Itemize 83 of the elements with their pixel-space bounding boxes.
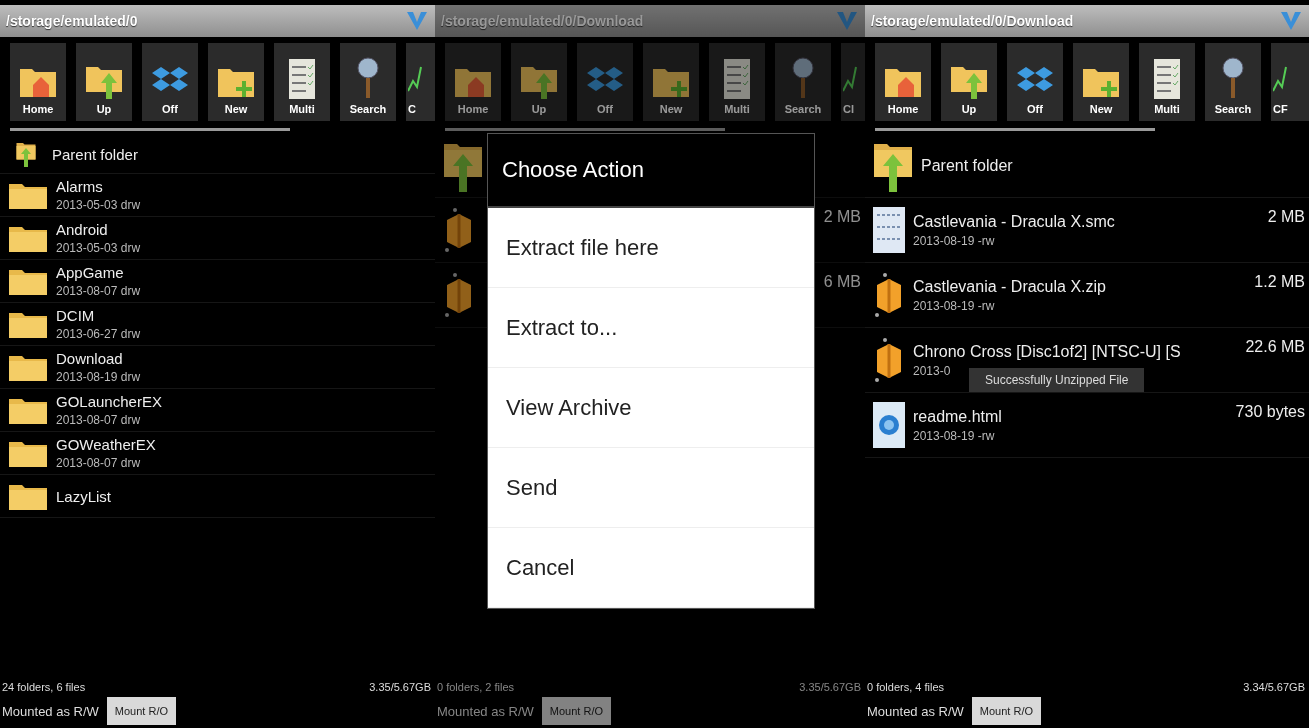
folder-up-icon — [950, 65, 988, 99]
mount-button[interactable]: Mount R/O — [541, 697, 611, 725]
toolbar-button[interactable]: Search — [1205, 43, 1261, 121]
file-size: 730 bytes — [1235, 403, 1305, 421]
folder-up-icon — [85, 65, 123, 99]
file-name: DCIM — [56, 307, 96, 324]
toolbar-button[interactable]: Multi — [1139, 43, 1195, 121]
mount-status: Mounted as R/W — [2, 703, 99, 719]
file-name: Parent folder — [52, 145, 139, 163]
web-file-icon — [873, 402, 905, 448]
toolbar-button[interactable]: C — [406, 43, 435, 121]
toolbar-button[interactable]: Multi — [274, 43, 330, 121]
checklist-icon — [724, 59, 750, 99]
item-count: 24 folders, 6 files — [2, 681, 86, 693]
file-details: 2013-08-19 -rw — [913, 298, 996, 313]
search-icon — [1221, 57, 1245, 99]
v-logo-icon[interactable] — [1281, 12, 1301, 30]
mount-button[interactable]: Mount R/O — [971, 697, 1041, 725]
mount-status: Mounted as R/W — [867, 703, 964, 719]
file-name: Castlevania - Dracula X.smc — [913, 212, 1116, 231]
item-count: 0 folders, 2 files — [437, 681, 515, 693]
toolbar-button[interactable]: Up — [511, 43, 567, 121]
mount-button[interactable]: Mount R/O — [106, 697, 176, 725]
file-details: 2013-0 — [913, 363, 952, 378]
file-details: 2013-08-19 -rw — [913, 428, 996, 443]
file-name: GOLauncherEX — [56, 393, 163, 410]
file-name: Chrono Cross [Disc1of2] [NTSC-U] [S — [913, 342, 1182, 361]
toolbar-button[interactable]: Search — [775, 43, 831, 121]
toolbar-button[interactable]: New — [208, 43, 264, 121]
toolbar-button[interactable]: Home — [10, 43, 66, 121]
file-details: 2013-08-19 drw — [56, 370, 142, 384]
toolbar-button[interactable]: Up — [76, 43, 132, 121]
path-text: /storage/emulated/0 — [6, 13, 138, 29]
file-details: 2013-08-07 drw — [56, 456, 142, 470]
storage-usage: 3.35/5.67GB — [799, 681, 861, 693]
v-logo-icon[interactable] — [407, 12, 427, 30]
file-name: LazyList — [56, 487, 113, 505]
file-size: 6 MB — [823, 273, 861, 291]
file-name: Android — [56, 221, 109, 238]
toolbar-button[interactable]: Multi — [709, 43, 765, 121]
toolbar-button[interactable]: Cl — [841, 43, 865, 121]
file-name: GOWeatherEX — [56, 436, 157, 453]
file-name: Alarms — [56, 178, 104, 195]
item-count: 0 folders, 4 files — [867, 681, 945, 693]
file-name: Castlevania - Dracula X.zip — [913, 277, 1107, 296]
checklist-icon — [1154, 59, 1180, 99]
file-size: 2 MB — [823, 208, 861, 226]
file-details: 2013-06-27 drw — [56, 327, 142, 341]
toolbar-button[interactable]: Home — [445, 43, 501, 121]
file-details: 2013-08-07 drw — [56, 284, 142, 298]
mount-status: Mounted as R/W — [437, 703, 534, 719]
toolbar-button[interactable]: Up — [941, 43, 997, 121]
file-details: 2013-05-03 drw — [56, 198, 142, 212]
search-icon — [356, 57, 380, 99]
dialog-title: Choose Action — [488, 134, 814, 208]
file-name: Download — [56, 350, 124, 367]
file-name: AppGame — [56, 264, 125, 281]
toolbar-button[interactable]: Off — [577, 43, 633, 121]
toolbar-button[interactable]: Home — [875, 43, 931, 121]
file-name: readme.html — [913, 407, 1003, 426]
path-text: /storage/emulated/0/Download — [441, 13, 644, 29]
storage-usage: 3.34/5.67GB — [1243, 681, 1305, 693]
file-size: 1.2 MB — [1254, 273, 1305, 291]
storage-usage: 3.35/5.67GB — [369, 681, 431, 693]
file-details: 2013-08-07 drw — [56, 413, 142, 427]
file-name: Parent folder — [921, 157, 1014, 175]
folder-up-icon — [520, 65, 558, 99]
v-logo-icon[interactable] — [837, 12, 857, 30]
file-details: 2013-08-19 -rw — [913, 233, 996, 248]
toolbar-button[interactable]: Search — [340, 43, 396, 121]
checklist-icon — [289, 59, 315, 99]
path-text: /storage/emulated/0/Download — [871, 13, 1074, 29]
toolbar-button[interactable]: CF — [1271, 43, 1309, 121]
file-details: 2013-05-03 drw — [56, 241, 142, 255]
toolbar-button[interactable]: Off — [1007, 43, 1063, 121]
file-size: 22.6 MB — [1245, 338, 1305, 356]
document-icon — [873, 207, 905, 253]
toolbar-button[interactable]: New — [643, 43, 699, 121]
toolbar-button[interactable]: New — [1073, 43, 1129, 121]
search-icon — [791, 57, 815, 99]
toolbar-button[interactable]: Off — [142, 43, 198, 121]
file-size: 2 MB — [1267, 208, 1305, 226]
toast-message: Successfully Unzipped File — [969, 368, 1145, 392]
